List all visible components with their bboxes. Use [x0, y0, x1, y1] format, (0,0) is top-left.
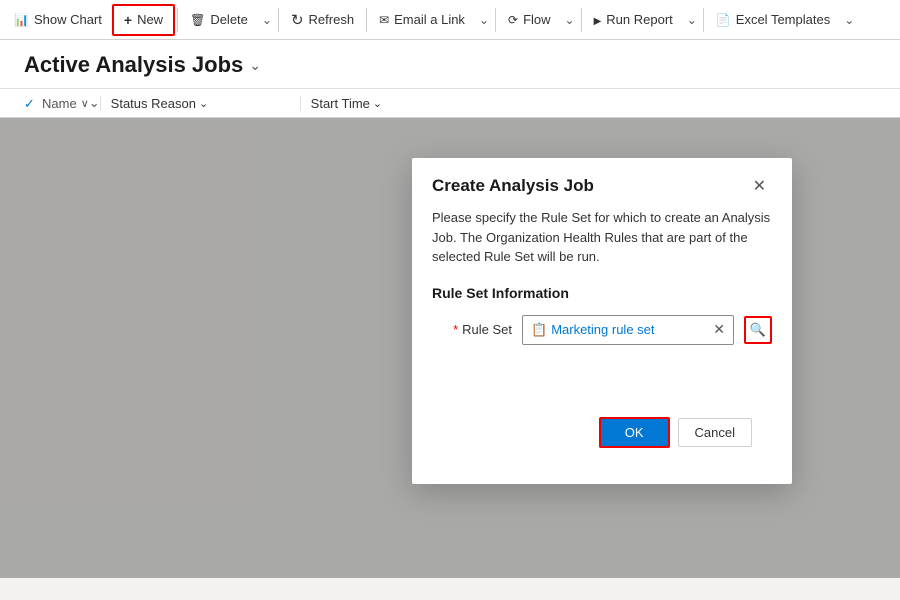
- status-col-chevron[interactable]: ⌄: [199, 97, 208, 110]
- cancel-button[interactable]: Cancel: [678, 418, 752, 447]
- name-col-label[interactable]: Name: [42, 96, 77, 111]
- create-analysis-job-dialog: Create Analysis Job ✕ Please specify the…: [412, 158, 792, 484]
- section-title: Rule Set Information: [432, 285, 772, 301]
- run-report-button[interactable]: Run Report: [584, 6, 683, 33]
- show-chart-label: Show Chart: [34, 12, 102, 27]
- rule-set-field[interactable]: 📋 Marketing rule set ✕: [522, 315, 734, 345]
- refresh-button[interactable]: Refresh: [281, 5, 364, 35]
- delete-label: Delete: [210, 12, 248, 27]
- rule-set-doc-icon: 📋: [531, 322, 547, 338]
- plus-icon: [124, 12, 132, 28]
- email-dropdown[interactable]: ⌄: [475, 7, 493, 33]
- page-title-row: Active Analysis Jobs ⌄: [24, 52, 876, 78]
- page-title-chevron[interactable]: ⌄: [249, 57, 261, 74]
- separator-2: [278, 8, 279, 32]
- refresh-label: Refresh: [309, 12, 355, 27]
- report-dropdown[interactable]: ⌄: [683, 7, 701, 33]
- dialog-close-button[interactable]: ✕: [747, 174, 772, 198]
- refresh-icon: [291, 11, 304, 29]
- name-col-chevron[interactable]: ⌄: [81, 95, 100, 111]
- start-time-column[interactable]: Start Time ⌄: [300, 96, 460, 111]
- report-icon: [594, 12, 602, 27]
- rule-set-clear-button[interactable]: ✕: [709, 321, 729, 338]
- search-icon: 🔍: [750, 322, 766, 338]
- excel-dropdown[interactable]: ⌄: [840, 7, 858, 33]
- excel-icon: [716, 12, 731, 27]
- delete-button[interactable]: Delete: [180, 6, 258, 33]
- email-link-label: Email a Link: [394, 12, 465, 27]
- separator-1: [177, 8, 178, 32]
- flow-label: Flow: [523, 12, 550, 27]
- flow-icon: [508, 12, 518, 27]
- required-star: *: [453, 322, 458, 337]
- flow-button[interactable]: Flow: [498, 6, 561, 33]
- flow-dropdown[interactable]: ⌄: [561, 7, 579, 33]
- page-header: Active Analysis Jobs ⌄: [0, 40, 900, 89]
- column-headers: Name ⌄ Status Reason ⌄ Start Time ⌄: [0, 89, 900, 118]
- show-chart-button[interactable]: Show Chart: [4, 6, 112, 33]
- separator-3: [366, 8, 367, 32]
- excel-templates-button[interactable]: Excel Templates: [706, 6, 840, 33]
- dialog-body: Please specify the Rule Set for which to…: [412, 208, 792, 484]
- rule-set-search-button[interactable]: 🔍: [744, 316, 772, 344]
- start-col-chevron[interactable]: ⌄: [373, 97, 382, 110]
- new-label: New: [137, 12, 163, 27]
- rule-set-label: *Rule Set: [432, 322, 512, 337]
- dialog-description: Please specify the Rule Set for which to…: [432, 208, 772, 267]
- new-button[interactable]: New: [112, 4, 175, 36]
- status-reason-column[interactable]: Status Reason ⌄: [100, 96, 300, 111]
- email-link-button[interactable]: Email a Link: [369, 6, 475, 33]
- header-checkmark: [24, 96, 38, 110]
- rule-set-value: Marketing rule set: [551, 322, 705, 337]
- excel-templates-label: Excel Templates: [736, 12, 830, 27]
- run-report-label: Run Report: [606, 12, 672, 27]
- separator-6: [703, 8, 704, 32]
- separator-5: [581, 8, 582, 32]
- toolbar: Show Chart New Delete ⌄ Refresh Email a …: [0, 0, 900, 40]
- rule-set-form-row: *Rule Set 📋 Marketing rule set ✕ 🔍: [432, 315, 772, 345]
- chart-icon: [14, 12, 29, 27]
- email-icon: [379, 12, 389, 27]
- delete-icon: [190, 12, 205, 27]
- main-area: Create Analysis Job ✕ Please specify the…: [0, 118, 900, 578]
- dialog-title: Create Analysis Job: [432, 176, 594, 196]
- separator-4: [495, 8, 496, 32]
- delete-dropdown[interactable]: ⌄: [258, 7, 276, 33]
- page-title: Active Analysis Jobs: [24, 52, 243, 78]
- check-column[interactable]: Name ⌄: [24, 95, 100, 111]
- dialog-header: Create Analysis Job ✕: [412, 158, 792, 208]
- status-col-label: Status Reason: [111, 96, 196, 111]
- ok-button[interactable]: OK: [599, 417, 670, 448]
- start-col-label: Start Time: [311, 96, 370, 111]
- dialog-footer: OK Cancel: [432, 357, 772, 468]
